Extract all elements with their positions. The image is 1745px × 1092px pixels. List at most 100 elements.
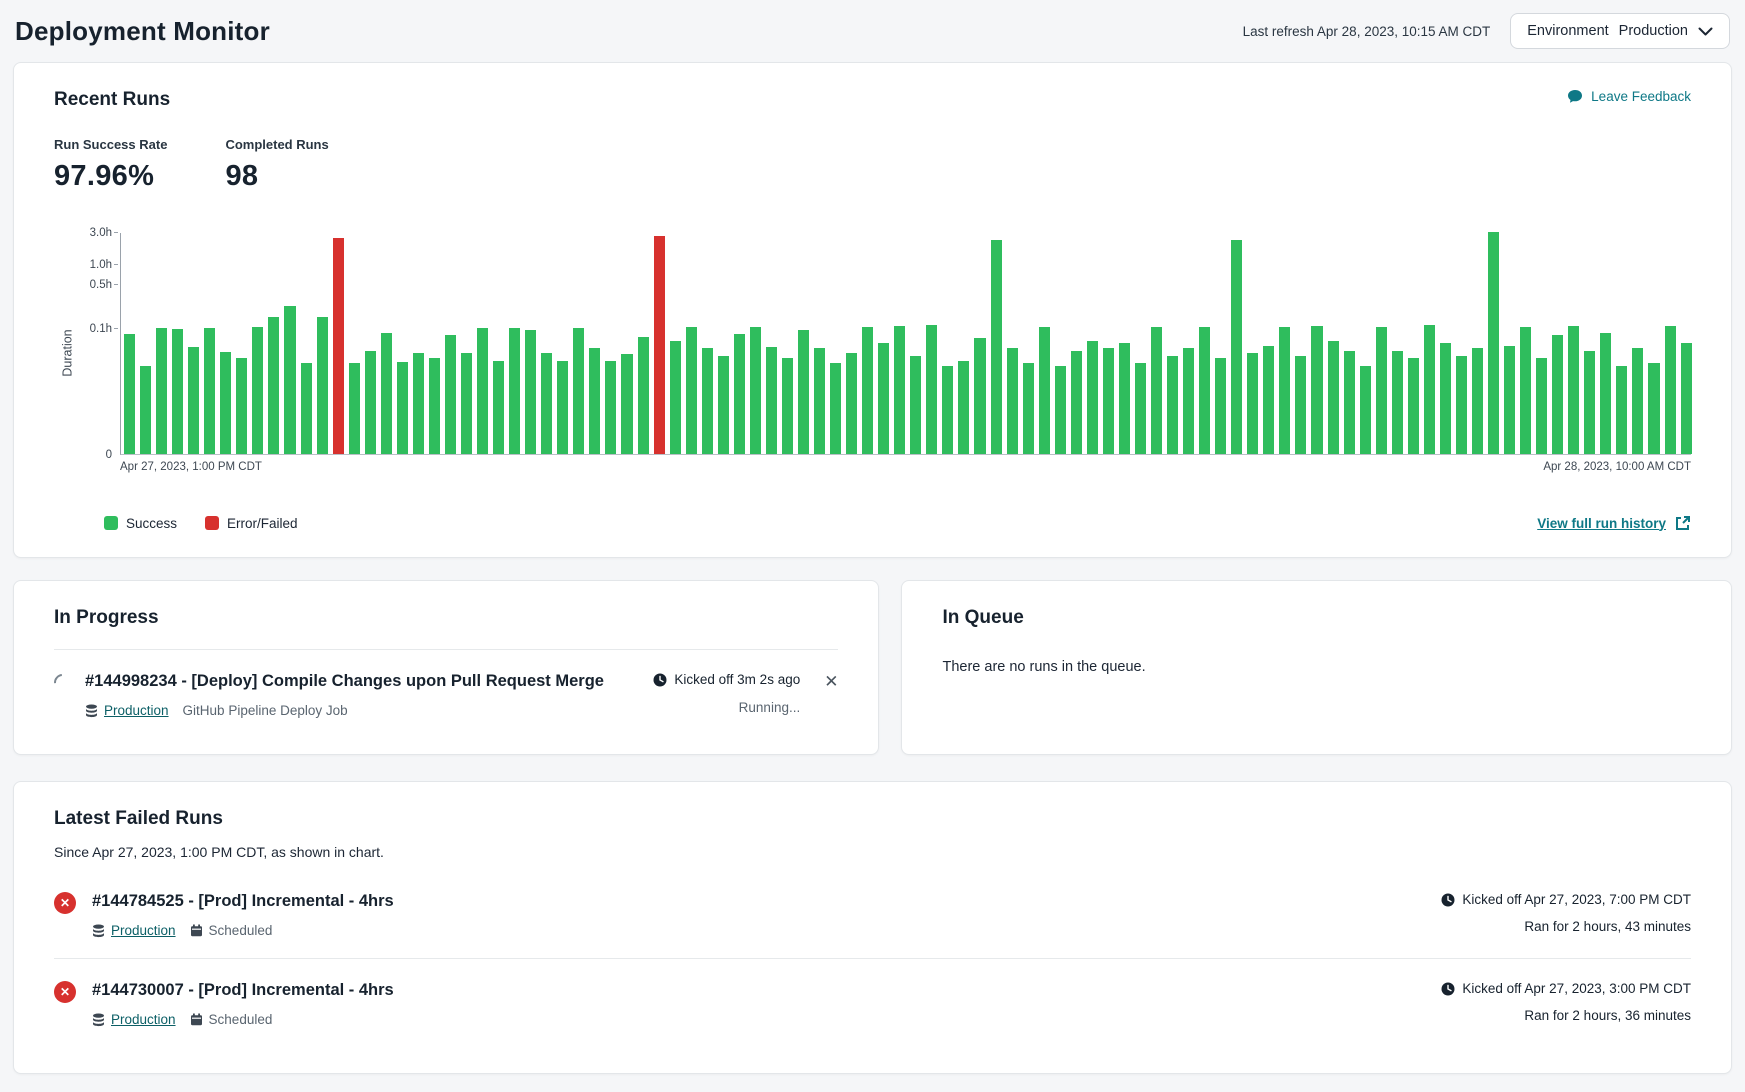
run-bar-success[interactable] xyxy=(670,341,681,454)
run-bar-success[interactable] xyxy=(718,356,729,454)
environment-tag[interactable]: Production xyxy=(92,1012,176,1027)
run-bar-success[interactable] xyxy=(1279,327,1290,454)
run-bar-success[interactable] xyxy=(220,352,231,454)
run-bar-success[interactable] xyxy=(878,343,889,454)
run-bar-success[interactable] xyxy=(1071,351,1082,454)
run-bar-success[interactable] xyxy=(188,347,199,454)
run-bar-success[interactable] xyxy=(461,353,472,454)
run-bar-success[interactable] xyxy=(1552,335,1563,454)
run-bar-success[interactable] xyxy=(204,328,215,454)
run-bar-success[interactable] xyxy=(1456,356,1467,454)
run-bar-success[interactable] xyxy=(301,363,312,454)
run-bar-success[interactable] xyxy=(1039,327,1050,454)
run-bar-success[interactable] xyxy=(1504,346,1515,454)
run-bar-success[interactable] xyxy=(798,330,809,454)
run-bar-success[interactable] xyxy=(1295,356,1306,454)
run-bar-success[interactable] xyxy=(910,356,921,454)
run-bar-success[interactable] xyxy=(413,353,424,454)
run-bar-success[interactable] xyxy=(1632,348,1643,454)
run-bar-success[interactable] xyxy=(1167,356,1178,454)
environment-dropdown[interactable]: Environment Production xyxy=(1510,13,1730,49)
run-bar-success[interactable] xyxy=(589,348,600,454)
run-bar-success[interactable] xyxy=(252,327,263,454)
run-bar-success[interactable] xyxy=(862,327,873,454)
run-bar-success[interactable] xyxy=(846,353,857,454)
run-bar-success[interactable] xyxy=(958,361,969,454)
run-bar-success[interactable] xyxy=(1087,341,1098,454)
run-bar-success[interactable] xyxy=(638,337,649,454)
run-bar-success[interactable] xyxy=(1119,343,1130,454)
run-bar-success[interactable] xyxy=(477,328,488,454)
run-bar-success[interactable] xyxy=(1103,348,1114,454)
run-bar-success[interactable] xyxy=(814,348,825,454)
run-bar-success[interactable] xyxy=(509,328,520,454)
run-bar-success[interactable] xyxy=(445,335,456,454)
leave-feedback-button[interactable]: Leave Feedback xyxy=(1567,89,1691,104)
run-bar-success[interactable] xyxy=(1151,327,1162,454)
run-bar-success[interactable] xyxy=(1616,366,1627,454)
run-bar-success[interactable] xyxy=(1376,327,1387,454)
run-bar-success[interactable] xyxy=(1584,351,1595,454)
run-bar-success[interactable] xyxy=(1648,363,1659,454)
run-bar-success[interactable] xyxy=(702,348,713,454)
run-bar-success[interactable] xyxy=(381,333,392,454)
run-bar-success[interactable] xyxy=(1215,358,1226,454)
in-progress-run-title[interactable]: #144998234 - [Deploy] Compile Changes up… xyxy=(85,672,637,691)
run-bar-success[interactable] xyxy=(830,363,841,454)
run-bar-success[interactable] xyxy=(1344,351,1355,454)
run-bar-success[interactable] xyxy=(1199,327,1210,454)
run-bar-success[interactable] xyxy=(1472,348,1483,454)
run-bar-success[interactable] xyxy=(429,358,440,454)
run-bar-success[interactable] xyxy=(284,306,295,454)
run-bar-failed[interactable] xyxy=(654,236,665,454)
run-bar-success[interactable] xyxy=(557,361,568,454)
run-bar-success[interactable] xyxy=(573,328,584,454)
run-bar-success[interactable] xyxy=(991,240,1002,454)
run-bar-success[interactable] xyxy=(750,327,761,454)
run-bar-success[interactable] xyxy=(236,358,247,454)
run-bar-success[interactable] xyxy=(124,334,135,454)
run-bar-success[interactable] xyxy=(1328,341,1339,454)
run-bar-success[interactable] xyxy=(268,317,279,454)
run-bar-success[interactable] xyxy=(605,361,616,454)
run-bar-failed[interactable] xyxy=(333,238,344,454)
run-bar-success[interactable] xyxy=(1665,326,1676,454)
run-bar-success[interactable] xyxy=(349,363,360,454)
run-bar-success[interactable] xyxy=(1681,343,1692,454)
run-bar-success[interactable] xyxy=(1568,326,1579,454)
environment-tag[interactable]: Production xyxy=(92,923,176,938)
run-bar-success[interactable] xyxy=(1247,353,1258,454)
run-bar-success[interactable] xyxy=(397,362,408,454)
run-bar-success[interactable] xyxy=(317,317,328,454)
run-bar-success[interactable] xyxy=(172,329,183,454)
run-bar-success[interactable] xyxy=(1408,358,1419,454)
close-icon[interactable]: ✕ xyxy=(824,673,838,690)
failed-run-title[interactable]: #144784525 - [Prod] Incremental - 4hrs xyxy=(92,892,1425,911)
run-bar-success[interactable] xyxy=(1488,232,1499,454)
run-bar-success[interactable] xyxy=(1007,348,1018,454)
run-bar-success[interactable] xyxy=(1183,348,1194,454)
run-bar-success[interactable] xyxy=(140,366,151,454)
run-bar-success[interactable] xyxy=(734,334,745,454)
failed-run-title[interactable]: #144730007 - [Prod] Incremental - 4hrs xyxy=(92,981,1425,1000)
run-bar-success[interactable] xyxy=(1023,363,1034,454)
run-bar-success[interactable] xyxy=(525,330,536,454)
run-bar-success[interactable] xyxy=(1392,351,1403,454)
run-bar-success[interactable] xyxy=(1311,326,1322,454)
run-bar-success[interactable] xyxy=(1600,333,1611,454)
run-bar-success[interactable] xyxy=(1055,366,1066,454)
run-bar-success[interactable] xyxy=(493,361,504,454)
run-bar-success[interactable] xyxy=(1440,343,1451,454)
run-bar-success[interactable] xyxy=(766,347,777,454)
run-bar-success[interactable] xyxy=(1536,358,1547,454)
view-full-run-history-link[interactable]: View full run history xyxy=(1537,515,1691,531)
environment-tag[interactable]: Production xyxy=(85,703,169,718)
run-bar-success[interactable] xyxy=(974,338,985,454)
run-bar-success[interactable] xyxy=(621,354,632,454)
run-bar-success[interactable] xyxy=(541,353,552,454)
run-bar-success[interactable] xyxy=(926,325,937,454)
run-bar-success[interactable] xyxy=(1360,366,1371,454)
run-bar-success[interactable] xyxy=(894,326,905,454)
run-bar-success[interactable] xyxy=(1520,327,1531,454)
run-bar-success[interactable] xyxy=(156,328,167,454)
